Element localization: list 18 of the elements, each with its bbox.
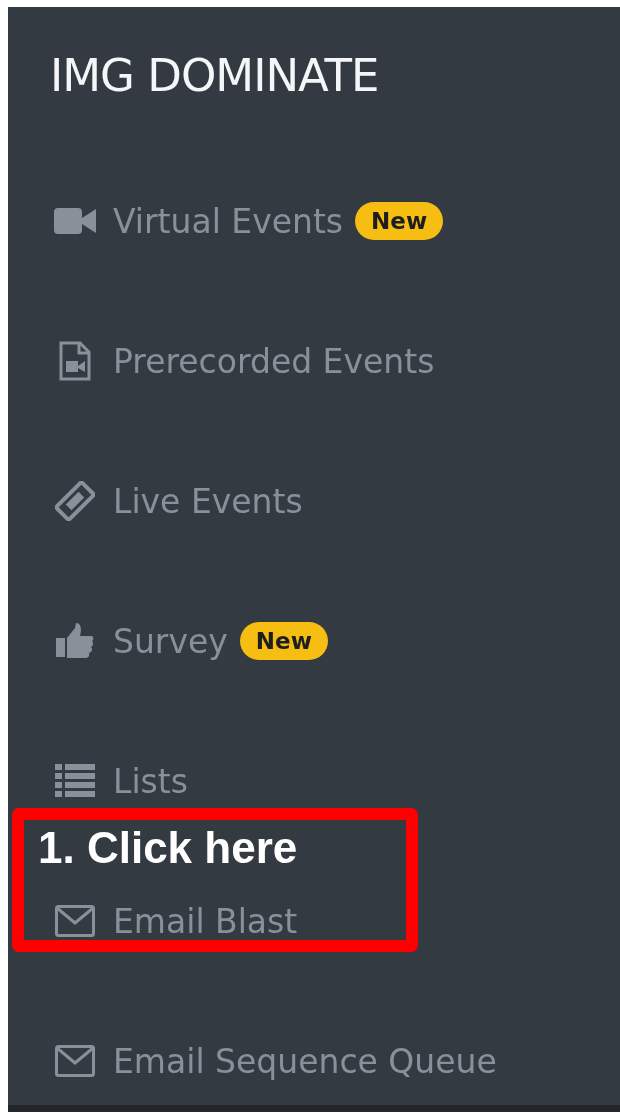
- list-icon: [55, 764, 95, 798]
- sidebar-item[interactable]: Survey New: [8, 613, 328, 669]
- video-camera-icon: [54, 207, 96, 235]
- thumbs-up-icon: [56, 623, 94, 659]
- ticket-icon: [55, 481, 95, 521]
- sidebar-item[interactable]: Lists: [8, 753, 188, 809]
- envelope-icon: [55, 905, 95, 937]
- new-badge: New: [355, 202, 444, 240]
- sidebar-item[interactable]: Live Events: [8, 473, 303, 529]
- sidebar-item[interactable]: Email Sequence Queue: [8, 1033, 497, 1089]
- sidebar-item[interactable]: Virtual Events New: [8, 193, 444, 249]
- sidebar-item[interactable]: Prerecorded Events: [8, 333, 435, 389]
- sidebar-item[interactable]: Email Blast: [8, 893, 298, 949]
- envelope-icon: [55, 1045, 95, 1077]
- new-badge: New: [239, 622, 328, 660]
- app-title: IMG DOMINATE: [50, 48, 379, 102]
- annotation-text: 1. Click here: [38, 823, 298, 872]
- video-file-icon: [58, 341, 92, 381]
